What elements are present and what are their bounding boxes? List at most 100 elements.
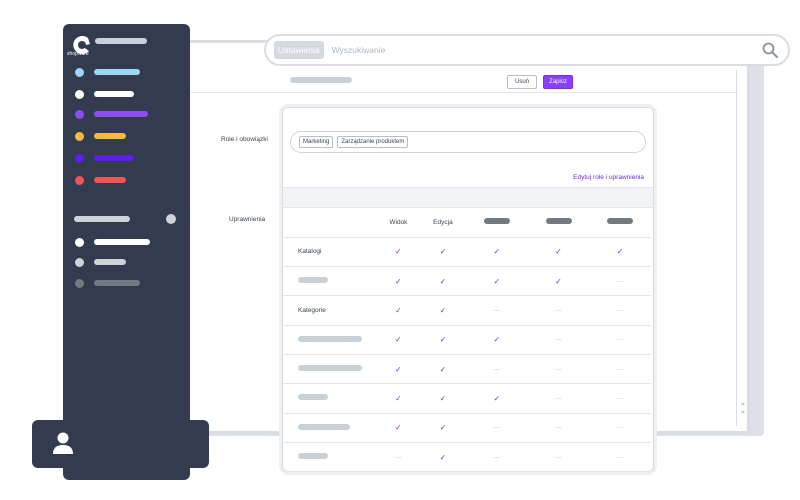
sidebar-subitem-icon[interactable] [75,238,84,247]
search-icon[interactable] [762,42,778,58]
permission-granted-check-icon[interactable]: ✓ [466,325,528,355]
sidebar-section-title [74,216,130,222]
permission-none-dash-icon[interactable]: — [466,354,528,385]
permission-granted-check-icon[interactable]: ✓ [419,413,467,443]
permission-granted-check-icon[interactable]: ✓ [377,354,420,385]
permission-granted-check-icon[interactable]: ✓ [466,383,528,414]
scroll-down-icon[interactable]: ⌄ ⌄ [739,398,747,415]
permission-none-dash-icon[interactable]: — [589,383,651,414]
column-header-view: Widok [377,208,420,238]
permission-granted-check-icon[interactable]: ✓ [419,383,467,414]
sidebar-item-icon[interactable] [75,90,84,99]
table-row: ✓ ✓ ✓ ✓ — [283,266,651,297]
roles-select[interactable]: Marketing Zarządzanie produktem [290,131,646,153]
search-input[interactable] [331,45,692,55]
permission-none-dash-icon[interactable]: — [527,354,590,385]
sidebar-item-label[interactable] [94,155,134,161]
search-scope-tag[interactable]: Ustawienia [274,41,324,59]
role-chip[interactable]: Zarządzanie produktem [337,136,409,148]
permission-none-dash-icon[interactable]: — [466,295,528,326]
table-row: Katalogi ✓ ✓ ✓ ✓ ✓ [283,237,651,268]
role-chip[interactable]: Marketing [299,136,334,148]
table-row: ✓ ✓ — — — [283,413,651,443]
sidebar-item-label[interactable] [94,111,148,117]
column-header-placeholder [527,208,590,238]
permission-granted-check-icon[interactable]: ✓ [377,295,420,326]
permission-granted-check-icon[interactable]: ✓ [527,237,590,268]
permission-granted-check-icon[interactable]: ✓ [377,383,420,414]
sidebar-subitem-icon[interactable] [75,279,84,288]
column-header-placeholder [589,208,651,238]
sidebar-item-icon[interactable] [75,132,84,141]
permission-granted-check-icon[interactable]: ✓ [419,354,467,385]
sidebar-item-icon[interactable] [75,110,84,119]
table-row: — ✓ — — — [283,442,651,473]
permission-granted-check-icon[interactable]: ✓ [419,325,467,355]
table-header-row: Widok Edycja [283,208,651,238]
permission-none-dash-icon[interactable]: — [589,325,651,355]
sidebar-subitem-label[interactable] [94,239,150,245]
scrollbar-track[interactable] [736,70,737,426]
permission-granted-check-icon[interactable]: ✓ [419,442,467,473]
search-bar[interactable]: Ustawienia [264,34,790,66]
permission-name [283,413,377,443]
permission-granted-check-icon[interactable]: ✓ [419,237,467,268]
permission-name [283,383,377,414]
sidebar-item-icon[interactable] [75,68,84,77]
sidebar-subitem-label[interactable] [94,259,126,265]
permission-name [283,325,377,355]
permission-none-dash-icon[interactable]: — [527,442,590,473]
permission-none-dash-icon[interactable]: — [466,442,528,473]
table-row: ✓ ✓ ✓ — — [283,325,651,355]
permission-none-dash-icon[interactable]: — [589,442,651,473]
permission-granted-check-icon[interactable]: ✓ [419,295,467,326]
permission-name [283,266,377,297]
toolbar-divider [190,92,738,93]
sidebar-item-icon[interactable] [75,176,84,185]
permission-none-dash-icon[interactable]: — [589,295,651,326]
toolbar-title-placeholder [290,77,352,83]
permission-granted-check-icon[interactable]: ✓ [377,413,420,443]
sidebar-item-label[interactable] [94,91,134,97]
permission-none-dash-icon[interactable]: — [377,442,420,473]
permission-granted-check-icon[interactable]: ✓ [419,266,467,297]
permission-none-dash-icon[interactable]: — [589,354,651,385]
table-row: ✓ ✓ — — — [283,354,651,385]
permission-granted-check-icon[interactable]: ✓ [466,237,528,268]
sidebar-header-placeholder [95,38,147,44]
permission-none-dash-icon[interactable]: — [527,295,590,326]
permission-granted-check-icon[interactable]: ✓ [589,237,651,268]
edit-roles-link[interactable]: Edytuj role i uprawnienia [573,174,644,181]
permission-granted-check-icon[interactable]: ✓ [377,237,420,268]
permission-granted-check-icon[interactable]: ✓ [466,266,528,297]
user-avatar-icon[interactable] [50,430,76,456]
sidebar-item-label[interactable] [94,69,140,75]
logo-text: shopware [67,51,89,57]
permissions-table: Widok Edycja Katalogi ✓ ✓ ✓ ✓ ✓ ✓ ✓ ✓ ✓ — Kategorie… [283,208,651,473]
sidebar-subitem-icon[interactable] [75,258,84,267]
table-header-band [283,187,653,208]
sidebar-item-label[interactable] [94,133,126,139]
permission-name: Kategorie [283,295,377,326]
permission-granted-check-icon[interactable]: ✓ [527,266,590,297]
sidebar-subitem-label[interactable] [94,280,140,286]
app-stage: Usuń Zapisz Role i obowiązki Uprawnienia… [0,0,800,500]
sidebar-section-toggle-icon[interactable] [166,214,176,224]
delete-button[interactable]: Usuń [507,75,537,89]
permission-none-dash-icon[interactable]: — [527,325,590,355]
permission-granted-check-icon[interactable]: ✓ [377,325,420,355]
column-header-placeholder [466,208,528,238]
roles-label: Role i obowiązki [221,136,268,143]
sidebar-item-icon[interactable] [75,154,84,163]
permission-name [283,354,377,385]
sidebar-item-label[interactable] [94,177,126,183]
permission-none-dash-icon[interactable]: — [466,413,528,443]
permissions-label: Uprawnienia [229,216,266,223]
permission-none-dash-icon[interactable]: — [589,413,651,443]
permission-name: Katalogi [283,237,377,268]
permission-none-dash-icon[interactable]: — [527,383,590,414]
permission-none-dash-icon[interactable]: — [527,413,590,443]
permission-none-dash-icon[interactable]: — [589,266,651,297]
permission-granted-check-icon[interactable]: ✓ [377,266,420,297]
save-button[interactable]: Zapisz [543,75,573,89]
